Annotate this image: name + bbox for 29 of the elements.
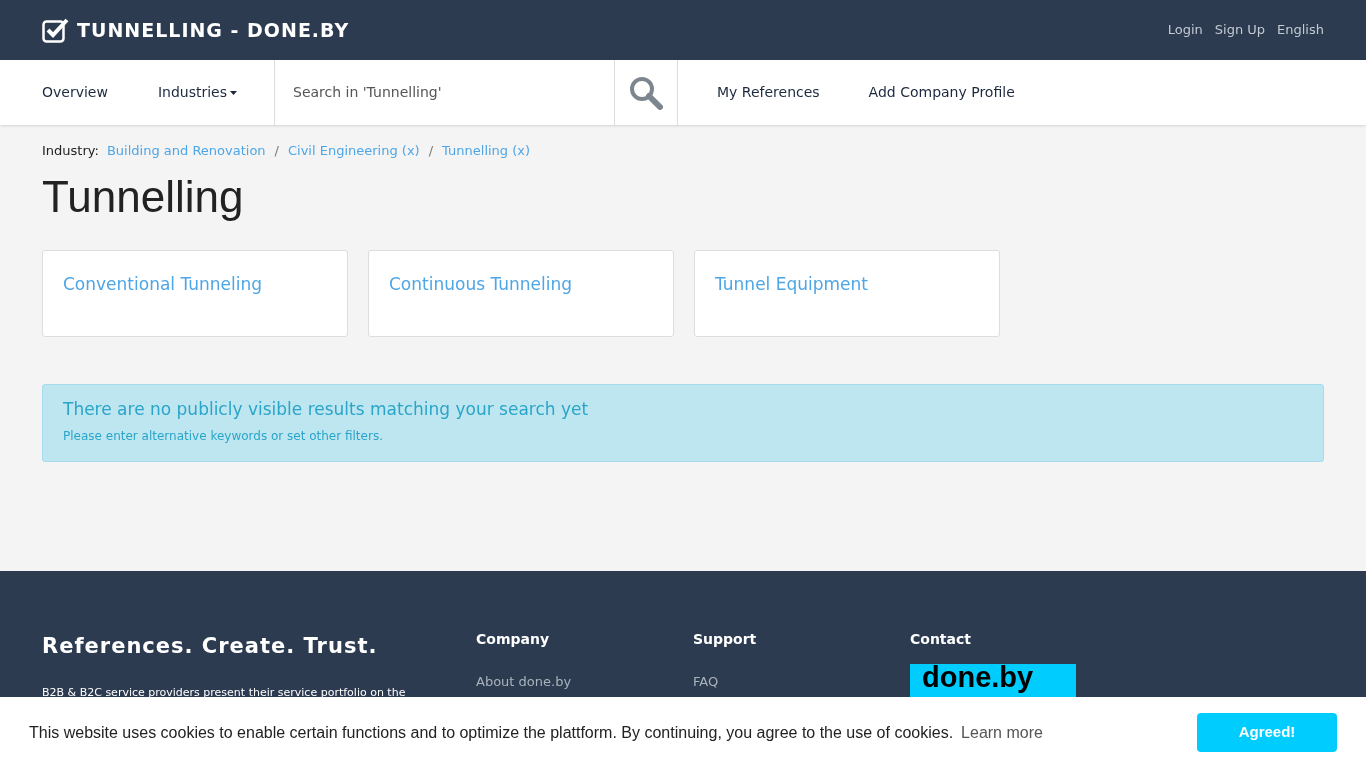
footer-heading: Support (693, 630, 758, 649)
checkbox-icon (42, 17, 69, 43)
search-button[interactable] (614, 60, 678, 125)
alert-text: Please enter alternative keywords or set other filters. (63, 428, 384, 445)
nav-link[interactable]: My References (717, 82, 820, 103)
search-field[interactable]: Search in 'Tunnelling' (275, 60, 614, 125)
breadcrumb-label: Industry: (42, 142, 99, 160)
learn-more-link[interactable]: Learn more (961, 720, 1043, 745)
cookie-notice: This website uses cookies to enable certain functions and to optimize the plattform. By continuing, you agree to the use of cookies. (29, 722, 954, 743)
search-icon (629, 75, 663, 110)
nav-dropdown[interactable]: Industries (157, 82, 238, 103)
footer-tagline: References. Create. Trust. (42, 633, 379, 660)
caret-icon (230, 90, 238, 95)
footer-text: B2B & B2C service providers present their service portfolio on the (42, 684, 407, 701)
header-link[interactable]: Sign Up (1214, 20, 1266, 40)
footer-link[interactable]: FAQ (693, 672, 910, 692)
site-title[interactable]: TUNNELLING - DONE.BY (77, 15, 350, 45)
breadcrumb-separator: / (274, 142, 279, 160)
alert-heading: There are no publicly visible results matching your search yet (63, 397, 590, 421)
footer-heading: Company (476, 630, 551, 649)
nav-link[interactable]: Add Company Profile (868, 82, 1015, 103)
footer-link[interactable]: About done.by (476, 672, 693, 692)
footer-heading: Contact (910, 630, 972, 649)
breadcrumb-separator: / (428, 142, 434, 160)
nav-link[interactable]: Overview (42, 82, 108, 103)
page-title: Tunnelling (42, 170, 245, 223)
header-link[interactable]: English (1277, 20, 1324, 40)
logo-text: done.by (922, 664, 1035, 691)
header-link[interactable]: Login (1167, 20, 1203, 40)
